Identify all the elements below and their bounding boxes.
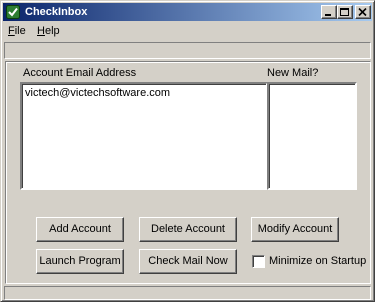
window-title: CheckInbox [25,6,88,18]
menu-help-mnemonic: H [37,25,45,37]
menu-file-mnemonic: F [8,25,15,37]
delete-account-button[interactable]: Delete Account [139,217,237,242]
app-window: CheckInbox File Help Account Email Addre… [0,0,375,302]
newmail-column-header: New Mail? [267,67,319,79]
account-email: victech@victechsoftware.com [25,87,171,99]
minimize-on-startup-label: Minimize on Startup [269,255,367,267]
minimize-on-startup-checkbox[interactable] [252,255,265,268]
close-icon [358,8,367,17]
minimize-icon [325,14,331,16]
maximize-icon [340,8,349,16]
toolbar-strip [4,42,371,59]
minimize-button[interactable] [321,5,337,19]
title-bar[interactable]: CheckInbox [3,3,372,21]
launch-program-button[interactable]: Launch Program [36,249,124,274]
modify-account-button[interactable]: Modify Account [251,217,339,242]
menu-help-label: elp [44,25,60,37]
add-account-button[interactable]: Add Account [36,217,124,242]
status-bar [4,286,371,300]
check-mail-now-button[interactable]: Check Mail Now [139,249,237,274]
menu-file-label: ile [14,25,26,37]
list-item[interactable]: victech@victechsoftware.com [25,87,170,100]
menu-file[interactable]: File [8,25,26,38]
menu-bar: File Help [3,22,372,41]
account-email-list[interactable]: victech@victechsoftware.com [20,82,268,190]
menu-help[interactable]: Help [37,25,60,38]
email-column-header: Account Email Address [23,67,137,79]
maximize-button[interactable] [337,5,353,19]
checkmark-mail-icon [6,5,20,19]
close-button[interactable] [355,5,371,19]
new-mail-list[interactable] [267,82,357,190]
